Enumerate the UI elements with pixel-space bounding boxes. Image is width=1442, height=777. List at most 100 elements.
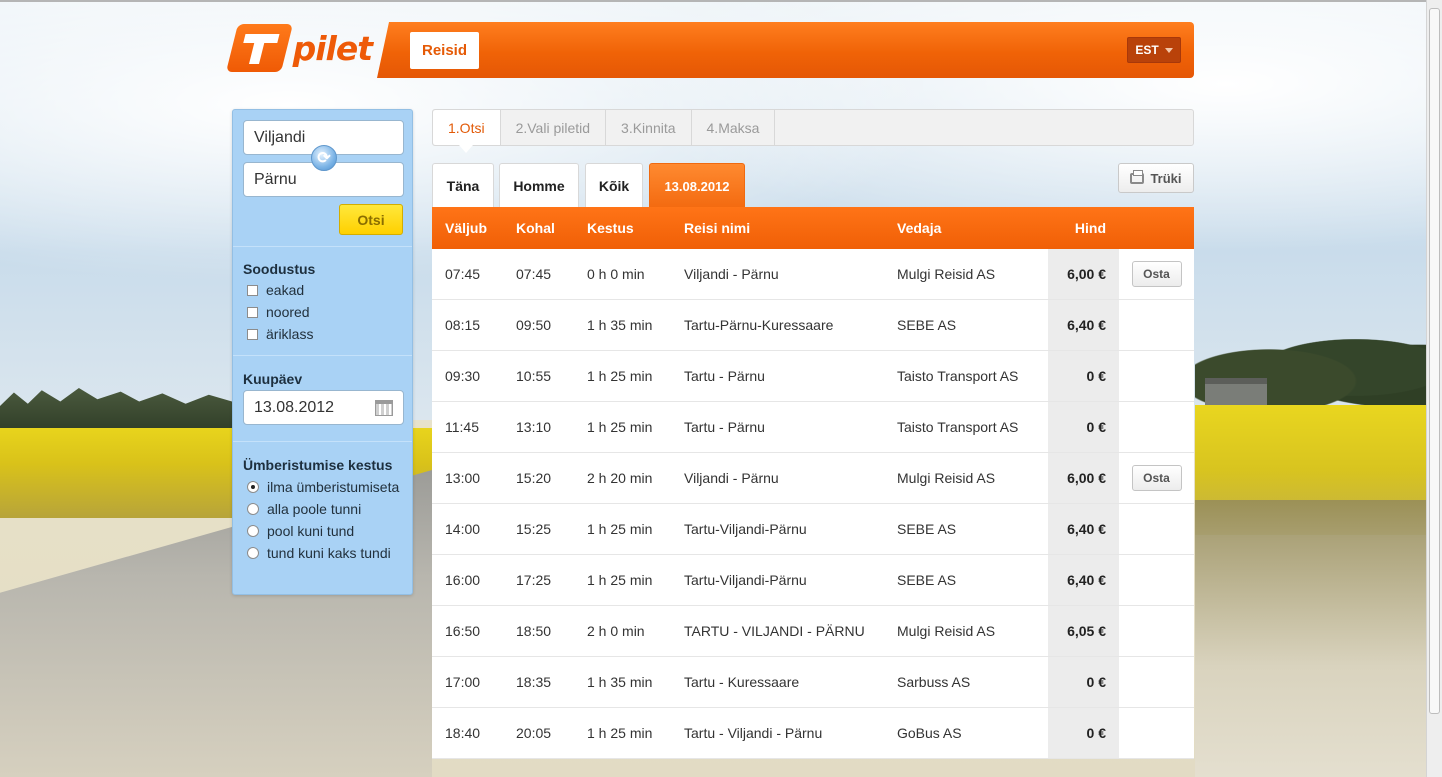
table-row[interactable]: 14:00 15:25 1 h 25 min Tartu-Viljandi-Pärnu… <box>432 504 1194 555</box>
cell-carrier: Mulgi Reisid AS <box>897 266 996 282</box>
sidebar-divider <box>233 246 412 247</box>
cell-carrier: SEBE AS <box>897 572 957 588</box>
print-label: Trüki <box>1150 170 1182 186</box>
cell-duration: 1 h 25 min <box>587 368 653 384</box>
table-row[interactable]: 07:45 07:45 0 h 0 min Viljandi - Pärnu Mulgi… <box>432 249 1194 300</box>
table-row[interactable]: 08:15 09:50 1 h 35 min Tartu-Pärnu-Kuressaa… <box>432 300 1194 351</box>
step-search[interactable]: 1.Otsi <box>433 110 501 153</box>
cell-price: 0 € <box>1048 708 1119 758</box>
table-row[interactable]: 18:40 20:05 1 h 25 min Tartu - Viljandi - P… <box>432 708 1194 759</box>
cell-arrive: 07:45 <box>516 266 552 282</box>
header-depart[interactable]: Väljub <box>432 207 503 249</box>
cell-depart: 18:40 <box>445 725 481 741</box>
cell-action: Osta <box>1119 453 1194 503</box>
discount-option-label: eakad <box>266 282 305 298</box>
sidebar-divider <box>233 355 412 356</box>
cell-arrive: 13:10 <box>516 419 552 435</box>
cell-route: Tartu-Viljandi-Pärnu <box>684 521 807 537</box>
scrollbar-thumb[interactable] <box>1429 8 1440 714</box>
table-body: 07:45 07:45 0 h 0 min Viljandi - Pärnu Mulgi… <box>432 249 1194 759</box>
table-row[interactable]: 16:50 18:50 2 h 0 min TARTU - VILJANDI - PÄ… <box>432 606 1194 657</box>
date-field[interactable]: 13.08.2012 <box>243 390 404 425</box>
table-row[interactable]: 16:00 17:25 1 h 25 min Tartu-Viljandi-Pärnu… <box>432 555 1194 606</box>
buy-button[interactable]: Osta <box>1131 465 1182 491</box>
header-arrive[interactable]: Kohal <box>503 207 574 249</box>
checkbox[interactable] <box>247 328 258 340</box>
tab-tomorrow[interactable]: Homme <box>499 163 579 208</box>
step-pay[interactable]: 4.Maksa <box>692 110 776 145</box>
printer-icon <box>1130 169 1145 184</box>
transfer-option-none[interactable]: ilma ümberistumiseta <box>247 479 399 495</box>
tab-selected-date[interactable]: 13.08.2012 <box>649 163 745 208</box>
cell-carrier: SEBE AS <box>897 317 957 333</box>
cell-carrier: Taisto Transport AS <box>897 419 1019 435</box>
tab-all[interactable]: Kõik <box>585 163 643 208</box>
chevron-down-icon <box>1164 47 1173 53</box>
cell-price: 6,00 € <box>1048 453 1119 503</box>
wizard-steps: 1.Otsi 2.Vali piletid 3.Kinnita 4.Maksa <box>432 109 1194 153</box>
header-price[interactable]: Hind <box>1048 207 1119 249</box>
buy-button[interactable]: Osta <box>1131 261 1182 287</box>
cell-depart: 07:45 <box>445 266 481 282</box>
table-row[interactable]: 09:30 10:55 1 h 25 min Tartu - Pärnu Taisto … <box>432 351 1194 402</box>
checkbox[interactable] <box>247 306 258 318</box>
step-confirm[interactable]: 3.Kinnita <box>606 110 692 145</box>
cell-depart: 16:00 <box>445 572 481 588</box>
checkbox[interactable] <box>247 284 258 296</box>
cell-action <box>1119 300 1194 350</box>
cell-route: Tartu - Viljandi - Pärnu <box>684 725 823 741</box>
cell-route: TARTU - VILJANDI - PÄRNU <box>684 623 865 639</box>
cell-duration: 1 h 35 min <box>587 674 653 690</box>
cell-arrive: 20:05 <box>516 725 552 741</box>
cell-arrive: 18:50 <box>516 623 552 639</box>
table-header: Väljub Kohal Kestus Reisi nimi Vedaja Hi… <box>432 207 1194 249</box>
results-table: Väljub Kohal Kestus Reisi nimi Vedaja Hi… <box>432 207 1194 759</box>
cell-carrier: Mulgi Reisid AS <box>897 623 996 639</box>
calendar-icon[interactable] <box>375 399 393 416</box>
vertical-scrollbar[interactable] <box>1426 0 1442 777</box>
step-choose-tickets[interactable]: 2.Vali piletid <box>501 110 607 145</box>
transfer-option-half-hour[interactable]: alla poole tunni <box>247 501 361 517</box>
cell-price: 0 € <box>1048 657 1119 707</box>
cell-route: Viljandi - Pärnu <box>684 266 779 282</box>
cell-route: Tartu - Pärnu <box>684 368 765 384</box>
nav-item-reisid[interactable]: Reisid <box>410 32 479 69</box>
print-button[interactable]: Trüki <box>1118 163 1194 193</box>
transfer-option-two-hours[interactable]: tund kuni kaks tundi <box>247 545 391 561</box>
cell-action <box>1119 402 1194 452</box>
cell-action <box>1119 504 1194 554</box>
transfer-option-label: alla poole tunni <box>267 501 362 517</box>
radio-button[interactable] <box>247 481 259 493</box>
search-button[interactable]: Otsi <box>339 204 403 235</box>
cell-price: 0 € <box>1048 402 1119 452</box>
header-duration[interactable]: Kestus <box>574 207 671 249</box>
radio-button[interactable] <box>247 503 259 515</box>
header-route[interactable]: Reisi nimi <box>671 207 884 249</box>
logo[interactable]: pilet <box>226 22 373 74</box>
window-top-border <box>0 0 1426 2</box>
cell-duration: 2 h 20 min <box>587 470 653 486</box>
discount-option-label: äriklass <box>266 326 314 342</box>
date-title: Kuupäev <box>243 371 303 387</box>
radio-button[interactable] <box>247 525 259 537</box>
cell-price: 0 € <box>1048 351 1119 401</box>
discount-option-eakad[interactable]: eakad <box>247 282 304 298</box>
cell-route: Tartu-Viljandi-Pärnu <box>684 572 807 588</box>
table-row[interactable]: 11:45 13:10 1 h 25 min Tartu - Pärnu Taisto … <box>432 402 1194 453</box>
discount-option-noored[interactable]: noored <box>247 304 310 320</box>
radio-button[interactable] <box>247 547 259 559</box>
language-select[interactable]: EST <box>1127 37 1181 63</box>
transfer-option-hour[interactable]: pool kuni tund <box>247 523 354 539</box>
search-sidebar: Viljandi Pärnu ⟳ Otsi Soodustus eakad no… <box>232 109 413 595</box>
cell-depart: 13:00 <box>445 470 481 486</box>
table-row[interactable]: 13:00 15:20 2 h 20 min Viljandi - Pärnu Mulg… <box>432 453 1194 504</box>
header-carrier[interactable]: Vedaja <box>884 207 1048 249</box>
cell-depart: 09:30 <box>445 368 481 384</box>
table-row[interactable]: 17:00 18:35 1 h 35 min Tartu - Kuressaare Sa… <box>432 657 1194 708</box>
swap-direction-icon[interactable]: ⟳ <box>311 145 337 171</box>
cell-depart: 17:00 <box>445 674 481 690</box>
cell-depart: 08:15 <box>445 317 481 333</box>
discount-option-ariklass[interactable]: äriklass <box>247 326 313 342</box>
tab-today[interactable]: Täna <box>432 163 494 208</box>
cell-price: 6,40 € <box>1048 504 1119 554</box>
